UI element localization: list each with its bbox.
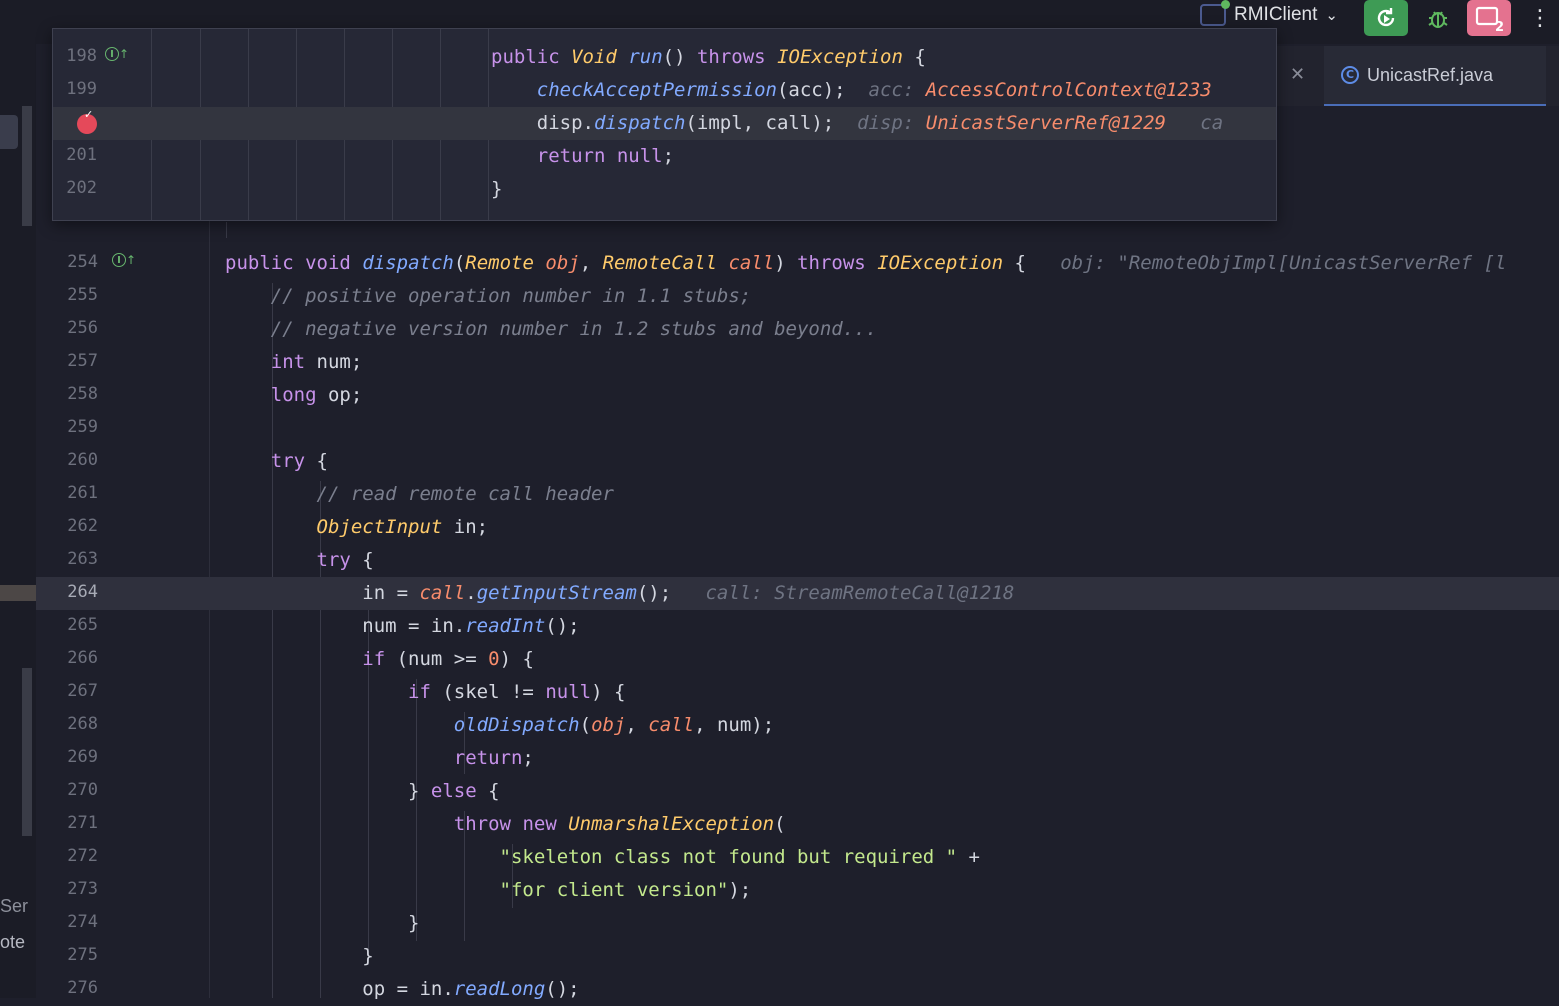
line-number: 273: [67, 879, 98, 899]
sticky-context-popup[interactable]: 198 I ↑ public Void run() throws IOExcept…: [52, 28, 1277, 221]
code-text: } else {: [225, 780, 500, 802]
line-number: 265: [67, 615, 98, 635]
line-number: 258: [67, 384, 98, 404]
line-number: 274: [67, 912, 98, 932]
code-text: num = in.readInt();: [225, 615, 580, 637]
code-text: }: [225, 945, 374, 967]
code-text: if (num >= 0) {: [362, 648, 534, 670]
peek-line: 199 checkAcceptPermission(acc); acc: Acc…: [53, 74, 1276, 107]
code-line: 263 try {: [36, 544, 1559, 577]
code-text: long op;: [270, 384, 363, 406]
line-number: 254: [67, 252, 98, 272]
line-number: 276: [67, 978, 98, 998]
line-number: 269: [67, 747, 98, 767]
code-line: 258 long op;: [36, 379, 1559, 412]
line-number: 270: [67, 780, 98, 800]
code-line: 260 try {: [36, 445, 1559, 478]
code-line: 262 ObjectInput in;: [36, 511, 1559, 544]
code-text: }: [225, 912, 420, 934]
breakpoint-icon[interactable]: [77, 108, 97, 134]
code-line: 267 if (skel != null) {: [36, 676, 1559, 709]
code-text: try {: [316, 549, 374, 571]
code-text: // positive operation number in 1.1 stub…: [270, 285, 752, 307]
code-text: op = in.readLong();: [225, 978, 580, 1000]
code-line: 255 // positive operation number in 1.1 …: [36, 280, 1559, 313]
code-text: // read remote call header: [316, 483, 614, 505]
line-number: 199: [66, 79, 97, 99]
left-panel-text: Ser: [0, 896, 29, 916]
execution-line-marker: [0, 585, 36, 601]
line-number: 264: [67, 582, 98, 602]
peek-line: 201 return null;: [53, 140, 1276, 173]
code-line: 273 "for client version");: [36, 874, 1559, 907]
code-line: 276 op = in.readLong();: [36, 973, 1559, 1006]
code-text: // negative version number in 1.2 stubs …: [270, 318, 878, 340]
code-line: 271 throw new UnmarshalException(: [36, 808, 1559, 841]
code-text: checkAcceptPermission(acc); acc: AccessC…: [536, 79, 1212, 101]
code-line: 261 // read remote call header: [36, 478, 1559, 511]
line-number: 261: [67, 483, 98, 503]
line-number: 260: [67, 450, 98, 470]
code-line: 269 return;: [36, 742, 1559, 775]
line-number: 202: [66, 178, 97, 198]
implements-icon[interactable]: I ↑: [105, 47, 129, 61]
peek-line: 198 I ↑ public Void run() throws IOExcept…: [53, 41, 1276, 74]
code-text: in = call.getInputStream(); call: Stream…: [225, 582, 1015, 604]
code-text: public Void run() throws IOException {: [491, 46, 926, 68]
code-line: 270 } else {: [36, 775, 1559, 808]
code-text: "skeleton class not found but required "…: [499, 846, 980, 868]
code-text: try {: [270, 450, 328, 472]
line-number: 256: [67, 318, 98, 338]
code-line: 265 num = in.readInt();: [36, 610, 1559, 643]
code-text: }: [491, 178, 503, 200]
code-text: return;: [453, 747, 534, 769]
line-number: 275: [67, 945, 98, 965]
left-panel-text: ote: [0, 932, 26, 952]
line-number: 257: [67, 351, 98, 371]
breakpoint-line: disp.dispatch(impl, call); disp: Unicast…: [53, 107, 1276, 140]
line-number: 255: [67, 285, 98, 305]
line-number: 271: [67, 813, 98, 833]
code-text: ObjectInput in;: [316, 516, 489, 538]
code-line: 259: [36, 412, 1559, 445]
code-text: oldDispatch(obj, call, num);: [453, 714, 775, 736]
code-line: 257 int num;: [36, 346, 1559, 379]
line-number: 267: [67, 681, 98, 701]
code-line: 274 }: [36, 907, 1559, 940]
code-line: 268 oldDispatch(obj, call, num);: [36, 709, 1559, 742]
code-text: throw new UnmarshalException(: [453, 813, 786, 835]
code-line: 272 "skeleton class not found but requir…: [36, 841, 1559, 874]
code-line: 254 I ↑ public void dispatch(Remote obj, …: [36, 247, 1559, 280]
line-number: 272: [67, 846, 98, 866]
line-number: 201: [66, 145, 97, 165]
code-text: disp.dispatch(impl, call); disp: Unicast…: [536, 112, 1224, 134]
selected-frame-indicator[interactable]: [0, 115, 18, 149]
code-text: if (skel != null) {: [408, 681, 626, 703]
current-execution-line: 264 in = call.getInputStream(); call: St…: [36, 577, 1559, 610]
scroll-marker: [22, 668, 32, 836]
code-text: return null;: [536, 145, 675, 167]
scroll-marker: [22, 106, 32, 226]
implements-icon[interactable]: I ↑: [112, 253, 136, 267]
code-text: "for client version");: [499, 879, 752, 901]
code-text: public void dispatch(Remote obj, RemoteC…: [225, 252, 1507, 274]
code-text: int num;: [270, 351, 363, 373]
code-line: 266 if (num >= 0) {: [36, 643, 1559, 676]
line-number: 259: [67, 417, 98, 437]
code-line: 256 // negative version number in 1.2 st…: [36, 313, 1559, 346]
line-number: 262: [67, 516, 98, 536]
line-number: 263: [67, 549, 98, 569]
code-line: 275 }: [36, 940, 1559, 973]
peek-line: 202 }: [53, 173, 1276, 206]
indent-guide: [226, 222, 227, 238]
line-number: 268: [67, 714, 98, 734]
line-number: 266: [67, 648, 98, 668]
line-number: 198: [66, 46, 97, 66]
